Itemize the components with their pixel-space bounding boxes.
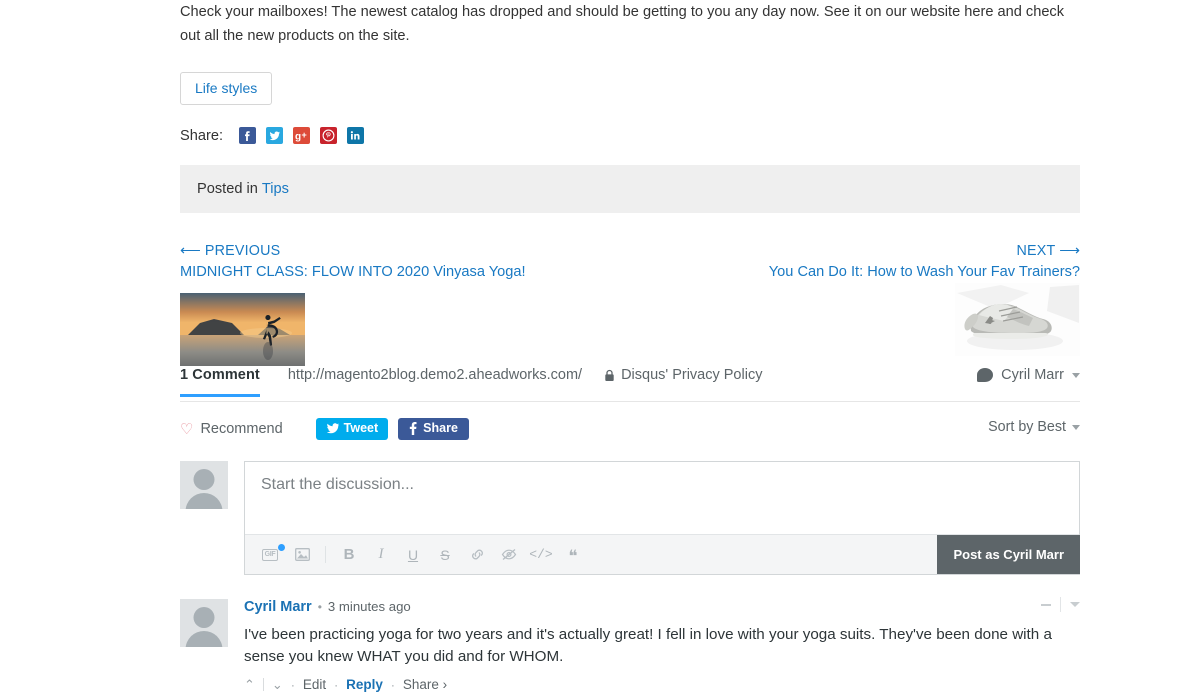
posted-in-label: Posted in — [197, 181, 258, 197]
next-post-kicker[interactable]: NEXT ⟶ — [769, 241, 1080, 261]
downvote-icon[interactable]: ⌄ — [272, 678, 283, 691]
disqus-current-user[interactable]: Cyril Marr — [977, 367, 1080, 383]
previous-post-title[interactable]: MIDNIGHT CLASS: FLOW INTO 2020 Vinyasa Y… — [180, 261, 526, 283]
previous-post-kicker[interactable]: ⟵ PREVIOUS — [180, 241, 526, 261]
edit-comment-link[interactable]: Edit — [303, 677, 326, 692]
italic-icon[interactable]: I — [365, 542, 397, 568]
tag-life-styles[interactable]: Life styles — [180, 72, 273, 105]
next-post-thumbnail[interactable] — [955, 283, 1080, 356]
strikethrough-icon[interactable]: S — [429, 542, 461, 568]
vote-divider — [262, 678, 264, 691]
blog-post-page: Check your mailboxes! The newest catalog… — [0, 0, 1200, 692]
action-dot: · — [290, 677, 295, 692]
tweet-label: Tweet — [343, 421, 379, 435]
toolbar-divider — [325, 546, 326, 563]
post-comment-button[interactable]: Post as Cyril Marr — [937, 535, 1080, 574]
linkedin-share-icon[interactable] — [347, 127, 364, 144]
upvote-icon[interactable]: ⌃ — [244, 678, 255, 691]
grey-sneakers-image — [955, 283, 1080, 356]
collapse-icon[interactable] — [1041, 603, 1051, 606]
disqus-action-bar: ♡ Recommend Tweet Share Sort by Best — [180, 417, 1080, 441]
article-paragraph: Check your mailboxes! The newest catalog… — [180, 4, 1065, 44]
tweet-button[interactable]: Tweet — [315, 418, 389, 440]
previous-post[interactable]: ⟵ PREVIOUS MIDNIGHT CLASS: FLOW INTO 202… — [180, 241, 526, 366]
composer-toolbar: GIF B I U S </> ❝ Post as Cyril Marr — [245, 534, 1080, 574]
avatar-head — [193, 607, 215, 628]
yoga-sunset-beach-image — [180, 293, 305, 366]
heart-icon: ♡ — [180, 420, 194, 438]
comment-author[interactable]: Cyril Marr — [244, 599, 312, 615]
facebook-share-label: Share — [423, 421, 458, 435]
code-icon[interactable]: </> — [525, 542, 557, 568]
svg-text:+: + — [302, 130, 307, 140]
disqus-site-url[interactable]: http://magento2blog.demo2.aheadworks.com… — [288, 367, 582, 383]
previous-post-thumbnail[interactable] — [180, 293, 305, 366]
posted-in-category-link[interactable]: Tips — [262, 181, 289, 197]
share-comment-link[interactable]: Share › — [403, 677, 447, 692]
content-column: Check your mailboxes! The newest catalog… — [180, 0, 1080, 692]
next-post-title[interactable]: You Can Do It: How to Wash Your Fav Trai… — [769, 261, 1080, 283]
avatar-head — [193, 469, 215, 490]
controls-divider — [1060, 597, 1061, 612]
post-navigation: ⟵ PREVIOUS MIDNIGHT CLASS: FLOW INTO 202… — [180, 241, 1080, 366]
comment-collapse-controls — [1041, 597, 1080, 612]
article-body: Check your mailboxes! The newest catalog… — [180, 0, 1080, 48]
comment-input[interactable]: Start the discussion... — [245, 462, 1079, 534]
sort-selector[interactable]: Sort by Best — [988, 419, 1080, 435]
formatting-icons: GIF B I U S </> ❝ — [245, 539, 589, 570]
action-dot: · — [390, 677, 395, 692]
link-icon[interactable] — [461, 542, 493, 568]
reply-comment-link[interactable]: Reply — [346, 677, 383, 692]
twitter-share-icon[interactable] — [266, 127, 283, 144]
bold-icon[interactable]: B — [333, 542, 365, 568]
lock-icon — [605, 369, 614, 381]
avatar-body — [185, 631, 223, 647]
disqus-header: 1 Comment http://magento2blog.demo2.ahea… — [180, 367, 1080, 402]
recommend-label: Recommend — [200, 421, 283, 437]
posted-in-bar: Posted in Tips — [180, 165, 1080, 213]
share-label: Share: — [180, 127, 223, 144]
composer-avatar — [180, 461, 228, 509]
comment-menu-icon[interactable] — [1070, 602, 1080, 607]
comment-timestamp[interactable]: 3 minutes ago — [328, 599, 411, 615]
image-icon[interactable] — [286, 542, 318, 568]
tag-list: Life styles — [180, 72, 1080, 105]
disqus-widget: 1 Comment http://magento2blog.demo2.ahea… — [180, 367, 1080, 692]
comment-composer: Start the discussion... GIF B I U S </> … — [180, 461, 1080, 575]
comment-meta-separator: • — [317, 600, 322, 614]
disqus-privacy-policy-label: Disqus' Privacy Policy — [621, 367, 763, 383]
composer-box: Start the discussion... GIF B I U S </> … — [244, 461, 1080, 575]
comment-count-tab[interactable]: 1 Comment — [180, 367, 260, 397]
share-row: Share: g + — [180, 127, 1080, 144]
pinterest-share-icon[interactable] — [320, 127, 337, 144]
comment-text: I've been practicing yoga for two years … — [244, 626, 1052, 665]
facebook-share-button[interactable]: Share — [398, 418, 469, 440]
facebook-share-icon[interactable] — [239, 127, 256, 144]
comment-meta: Cyril Marr • 3 minutes ago — [244, 599, 1080, 615]
user-bubble-icon — [977, 368, 994, 382]
comment-avatar — [180, 599, 228, 647]
disqus-current-user-name: Cyril Marr — [1001, 367, 1064, 383]
comment-item: Cyril Marr • 3 minutes ago I've been pra… — [180, 597, 1080, 692]
gif-new-badge — [277, 542, 286, 552]
avatar-body — [185, 493, 223, 509]
sort-label: Sort by Best — [988, 419, 1066, 435]
comment-content: Cyril Marr • 3 minutes ago I've been pra… — [244, 599, 1080, 692]
chevron-down-icon — [1072, 372, 1080, 378]
disqus-privacy-policy-link[interactable]: Disqus' Privacy Policy — [604, 367, 762, 383]
action-dot: · — [334, 677, 339, 692]
spoiler-icon[interactable] — [493, 542, 525, 568]
facebook-f-icon — [409, 422, 417, 435]
next-post[interactable]: NEXT ⟶ You Can Do It: How to Wash Your F… — [769, 241, 1080, 356]
comment-actions: ⌃ ⌄ · Edit · Reply · Share › — [244, 677, 1080, 692]
recommend-button[interactable]: ♡ Recommend — [180, 421, 283, 437]
svg-text:g: g — [295, 132, 301, 143]
gif-icon[interactable]: GIF — [254, 542, 286, 568]
twitter-bird-icon — [326, 423, 339, 434]
blockquote-icon[interactable]: ❝ — [557, 539, 589, 570]
googleplus-share-icon[interactable]: g + — [293, 127, 310, 144]
chevron-down-icon — [1072, 424, 1080, 430]
underline-icon[interactable]: U — [397, 542, 429, 568]
